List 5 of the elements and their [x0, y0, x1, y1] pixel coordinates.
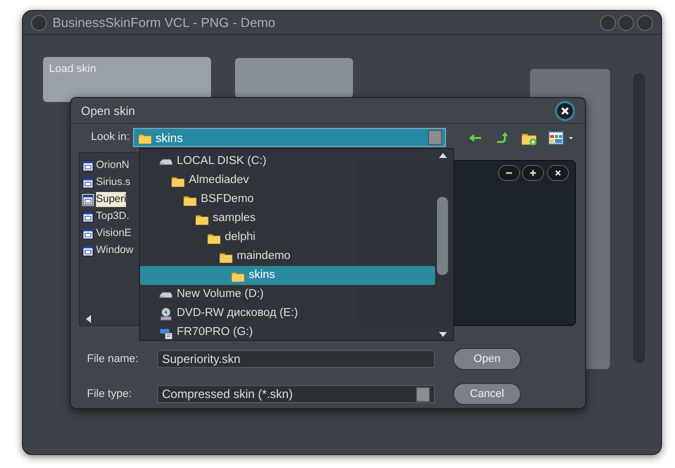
file-name-label: File name: — [87, 352, 140, 367]
file-type-label: File type: — [87, 386, 133, 402]
look-in-label: Look in: — [91, 130, 131, 146]
window-title: BusinessSkinForm VCL - PNG - Demo — [52, 14, 276, 32]
dialog-title: Open skin — [81, 102, 136, 120]
